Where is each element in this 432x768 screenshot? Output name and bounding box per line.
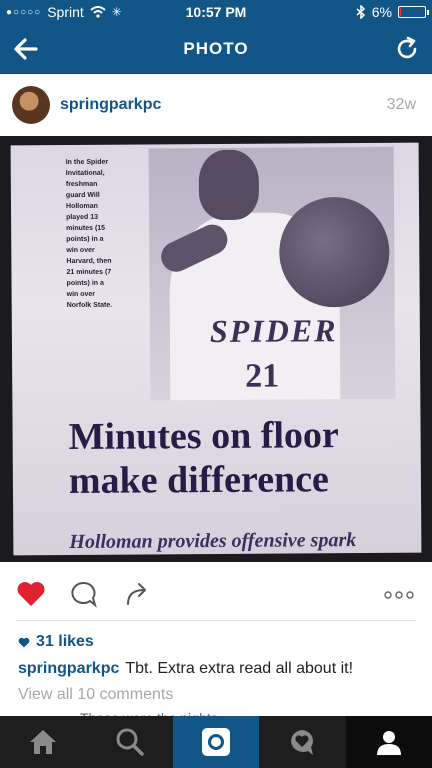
profile-icon: [376, 731, 401, 755]
home-icon: [30, 730, 57, 754]
activity-icon: [291, 730, 314, 755]
player-photo: SPIDER 21: [148, 146, 396, 401]
player-head: [198, 149, 260, 221]
top-navbar: PHOTO: [0, 24, 432, 74]
post-header: springparkpc 32w: [0, 74, 432, 136]
camera-icon: [202, 728, 231, 756]
post-username[interactable]: springparkpc: [60, 96, 161, 114]
tab-home[interactable]: [0, 716, 86, 768]
jersey-text: SPIDER: [209, 312, 338, 350]
caption-text: Tbt. Extra extra read all about it!: [125, 660, 354, 677]
likes-count[interactable]: 31 likes: [18, 633, 94, 651]
likes-label: 31 likes: [36, 633, 94, 650]
basketball: [278, 196, 390, 308]
page-title: PHOTO: [183, 39, 249, 58]
share-icon[interactable]: [124, 580, 152, 608]
bluetooth-icon: [356, 5, 365, 19]
caption-username[interactable]: springparkpc: [18, 660, 119, 677]
post-photo[interactable]: In the Spider Invitational, freshman gua…: [0, 136, 432, 562]
status-bar: ●○○○○ Sprint ✳ 10:57 PM 6%: [0, 0, 432, 24]
tab-activity[interactable]: [259, 716, 345, 768]
battery-fill: [400, 8, 401, 16]
post-time-ago: 32w: [386, 96, 416, 113]
tab-search[interactable]: [86, 716, 172, 768]
status-right: 6%: [356, 4, 429, 20]
newspaper-clipping: In the Spider Invitational, freshman gua…: [10, 142, 422, 556]
search-icon: [116, 728, 144, 756]
newspaper-headline: Minutes on floor make difference: [68, 413, 339, 503]
small-heart-icon: [18, 637, 30, 647]
post-caption: springparkpc Tbt. Extra extra read all ab…: [18, 660, 353, 678]
headline-line-1: Minutes on floor: [68, 414, 339, 459]
jersey-number: 21: [245, 357, 280, 395]
tab-profile[interactable]: [345, 716, 432, 768]
battery-icon: [398, 6, 429, 18]
bottom-tab-bar: [0, 716, 432, 768]
divider: [16, 620, 416, 621]
newspaper-subhead: Holloman provides offensive spark: [69, 529, 357, 554]
more-options-icon[interactable]: [384, 590, 414, 600]
avatar[interactable]: [12, 86, 50, 124]
view-all-comments-link[interactable]: View all 10 comments: [18, 686, 173, 704]
photo-side-caption: In the Spider Invitational, freshman gua…: [65, 158, 113, 310]
tab-camera[interactable]: [172, 716, 260, 768]
refresh-icon[interactable]: [394, 36, 420, 62]
heart-icon[interactable]: [16, 580, 46, 607]
battery-percent: 6%: [371, 4, 392, 20]
comment-icon[interactable]: [70, 580, 98, 608]
headline-line-2: make difference: [68, 458, 329, 503]
post-actions: [0, 562, 432, 620]
